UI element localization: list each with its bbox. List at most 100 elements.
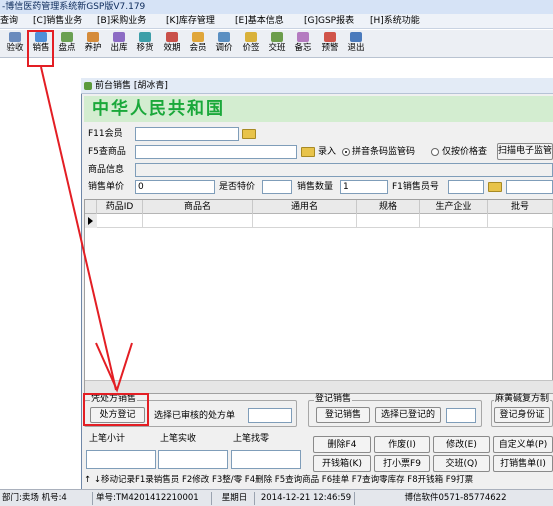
product-info-field — [135, 163, 553, 177]
window-title: -博信医药管理系统新GSP版V7.179 — [2, 2, 146, 12]
unit-price-input[interactable]: 0 — [135, 180, 215, 194]
check-icon — [9, 32, 21, 42]
delete-button[interactable]: 删除F4 — [313, 436, 371, 453]
radio-price-only[interactable] — [431, 148, 439, 156]
column-header[interactable]: 批号 — [488, 200, 553, 214]
toolbar-button-member[interactable]: 会员 — [187, 32, 209, 56]
member-label: F11会员 — [88, 129, 123, 139]
toolbar-button-move[interactable]: 移货 — [134, 32, 156, 56]
sales-grid[interactable] — [84, 199, 553, 394]
registered-field[interactable] — [446, 408, 476, 423]
member-input[interactable] — [135, 127, 239, 141]
grid-corner — [85, 200, 97, 214]
front-sales-window-title: 前台销售 [胡冰青] — [95, 81, 168, 91]
annotation-highlight-sale — [27, 30, 54, 67]
void-button[interactable]: 作废(I) — [374, 436, 430, 453]
column-header[interactable]: 生产企业 — [420, 200, 488, 214]
table-cell[interactable] — [143, 214, 253, 228]
unit-price-label: 销售单价 — [88, 182, 125, 192]
toolbar-button-check[interactable]: 验收 — [4, 32, 26, 56]
product-info-label: 商品信息 — [88, 165, 125, 175]
subtotal-field — [86, 450, 156, 469]
entry-label: 录入 — [318, 147, 337, 157]
inventory-icon — [61, 32, 73, 42]
special-price-input[interactable] — [262, 180, 292, 194]
shortcut-hint: ↑ ↓移动记录F1录销售员 F2修改 F3整/零 F4删除 F5查询商品 F6挂… — [84, 475, 474, 485]
toolbar-button-shift[interactable]: 交班 — [266, 32, 288, 56]
move-icon — [139, 32, 151, 42]
toolbar-button-expiry[interactable]: 效期 — [161, 32, 183, 56]
folder-icon[interactable] — [488, 182, 502, 192]
table-cell[interactable] — [357, 214, 420, 228]
toolbar-button-exit[interactable]: 退出 — [345, 32, 367, 56]
menu-bar: 查询 [C]销售业务 [B]采购业务 [K]库存管理 [E]基本信息 [G]GS… — [0, 14, 553, 29]
column-header[interactable]: 药品ID — [97, 200, 143, 214]
seller-label: F1销售员号 — [392, 182, 439, 192]
grid-header: 药品ID 商品名 通用名 规格 生产企业 批号 — [85, 200, 553, 214]
status-vendor: 博信软件0571-85774622 — [404, 493, 507, 503]
table-cell[interactable] — [97, 214, 143, 228]
maintain-icon — [87, 32, 99, 42]
radio-barcode-label: 拼音条码监管码 — [352, 147, 416, 157]
toolbar-button-price[interactable]: 调价 — [213, 32, 235, 56]
row-indicator-icon — [85, 214, 97, 228]
subtotal-label: 上笔小计 — [89, 434, 126, 444]
menu-query[interactable]: 查询 — [0, 15, 18, 28]
outbound-icon — [113, 32, 125, 42]
table-cell[interactable] — [488, 214, 553, 228]
menu-purchase[interactable]: [B]采购业务 — [97, 15, 146, 28]
column-header[interactable]: 通用名 — [253, 200, 357, 214]
table-cell[interactable] — [420, 214, 488, 228]
custom-bill-button[interactable]: 自定义单(P) — [493, 436, 553, 453]
product-search-input[interactable] — [135, 145, 297, 159]
scan-supervision-button[interactable]: 扫描电子监管 — [497, 143, 553, 160]
menu-basic-info[interactable]: [E]基本信息 — [235, 15, 284, 28]
toolbar-button-alert[interactable]: 预警 — [319, 32, 341, 56]
menu-system[interactable]: [H]系统功能 — [370, 15, 420, 28]
print-receipt-button[interactable]: 打小票F9 — [374, 455, 430, 472]
folder-icon[interactable] — [301, 147, 315, 157]
radio-price-only-label: 仅按价格查 — [442, 147, 488, 157]
ephedrine-group-title: 麻黄碱复方制 — [494, 394, 551, 404]
memo-icon — [297, 32, 309, 42]
toolbar-button-tag[interactable]: 价签 — [240, 32, 262, 56]
select-registered-button[interactable]: 选择已登记的 — [375, 407, 441, 423]
column-header[interactable]: 商品名 — [143, 200, 253, 214]
menu-gsp-report[interactable]: [G]GSP报表 — [304, 15, 354, 28]
modify-button[interactable]: 修改(E) — [433, 436, 490, 453]
column-header[interactable]: 规格 — [357, 200, 420, 214]
menu-stock[interactable]: [K]库存管理 — [166, 15, 215, 28]
select-prescription-label: 选择已审核的处方单 — [154, 411, 236, 421]
toolbar-button-inventory[interactable]: 盘点 — [56, 32, 78, 56]
radio-barcode[interactable] — [342, 148, 350, 156]
seller-input[interactable] — [448, 180, 484, 194]
table-row[interactable] — [85, 214, 553, 228]
prescription-field[interactable] — [248, 408, 292, 423]
register-id-card-button[interactable]: 登记身份证 — [494, 407, 550, 423]
expiry-icon — [166, 32, 178, 42]
table-cell[interactable] — [253, 214, 357, 228]
banner-text: 中华人民共和国 — [92, 99, 225, 119]
status-datetime: 2014-12-21 12:46:59 — [258, 492, 355, 505]
received-field — [158, 450, 228, 469]
window-title-bar: -博信医药管理系统新GSP版V7.179 — [0, 0, 553, 14]
alert-icon — [324, 32, 336, 42]
toolbar-button-memo[interactable]: 备忘 — [292, 32, 314, 56]
status-bar: 部门:卖场 机号:4 单号:TM4201412210001 星期日 2014-1… — [0, 489, 553, 506]
folder-icon[interactable] — [242, 129, 256, 139]
front-sales-window-title-bar: 前台销售 [胡冰青] — [81, 78, 553, 94]
toolbar-label: 调价 — [215, 43, 233, 53]
quantity-input[interactable]: 1 — [340, 180, 388, 194]
toolbar-button-outbound[interactable]: 出库 — [108, 32, 130, 56]
toolbar-button-maintain[interactable]: 养护 — [82, 32, 104, 56]
product-search-label: F5查商品 — [88, 147, 126, 157]
register-sale-button[interactable]: 登记销售 — [316, 407, 370, 423]
open-cashbox-button[interactable]: 开钱箱(K) — [313, 455, 371, 472]
shift-icon — [271, 32, 283, 42]
menu-sales[interactable]: [C]销售业务 — [33, 15, 82, 28]
horizontal-scrollbar[interactable] — [85, 380, 553, 393]
received-label: 上笔实收 — [160, 434, 197, 444]
print-sale-bill-button[interactable]: 打销售单(I) — [493, 455, 553, 472]
toolbar-label: 退出 — [347, 43, 365, 53]
handover-button[interactable]: 交班(Q) — [433, 455, 490, 472]
